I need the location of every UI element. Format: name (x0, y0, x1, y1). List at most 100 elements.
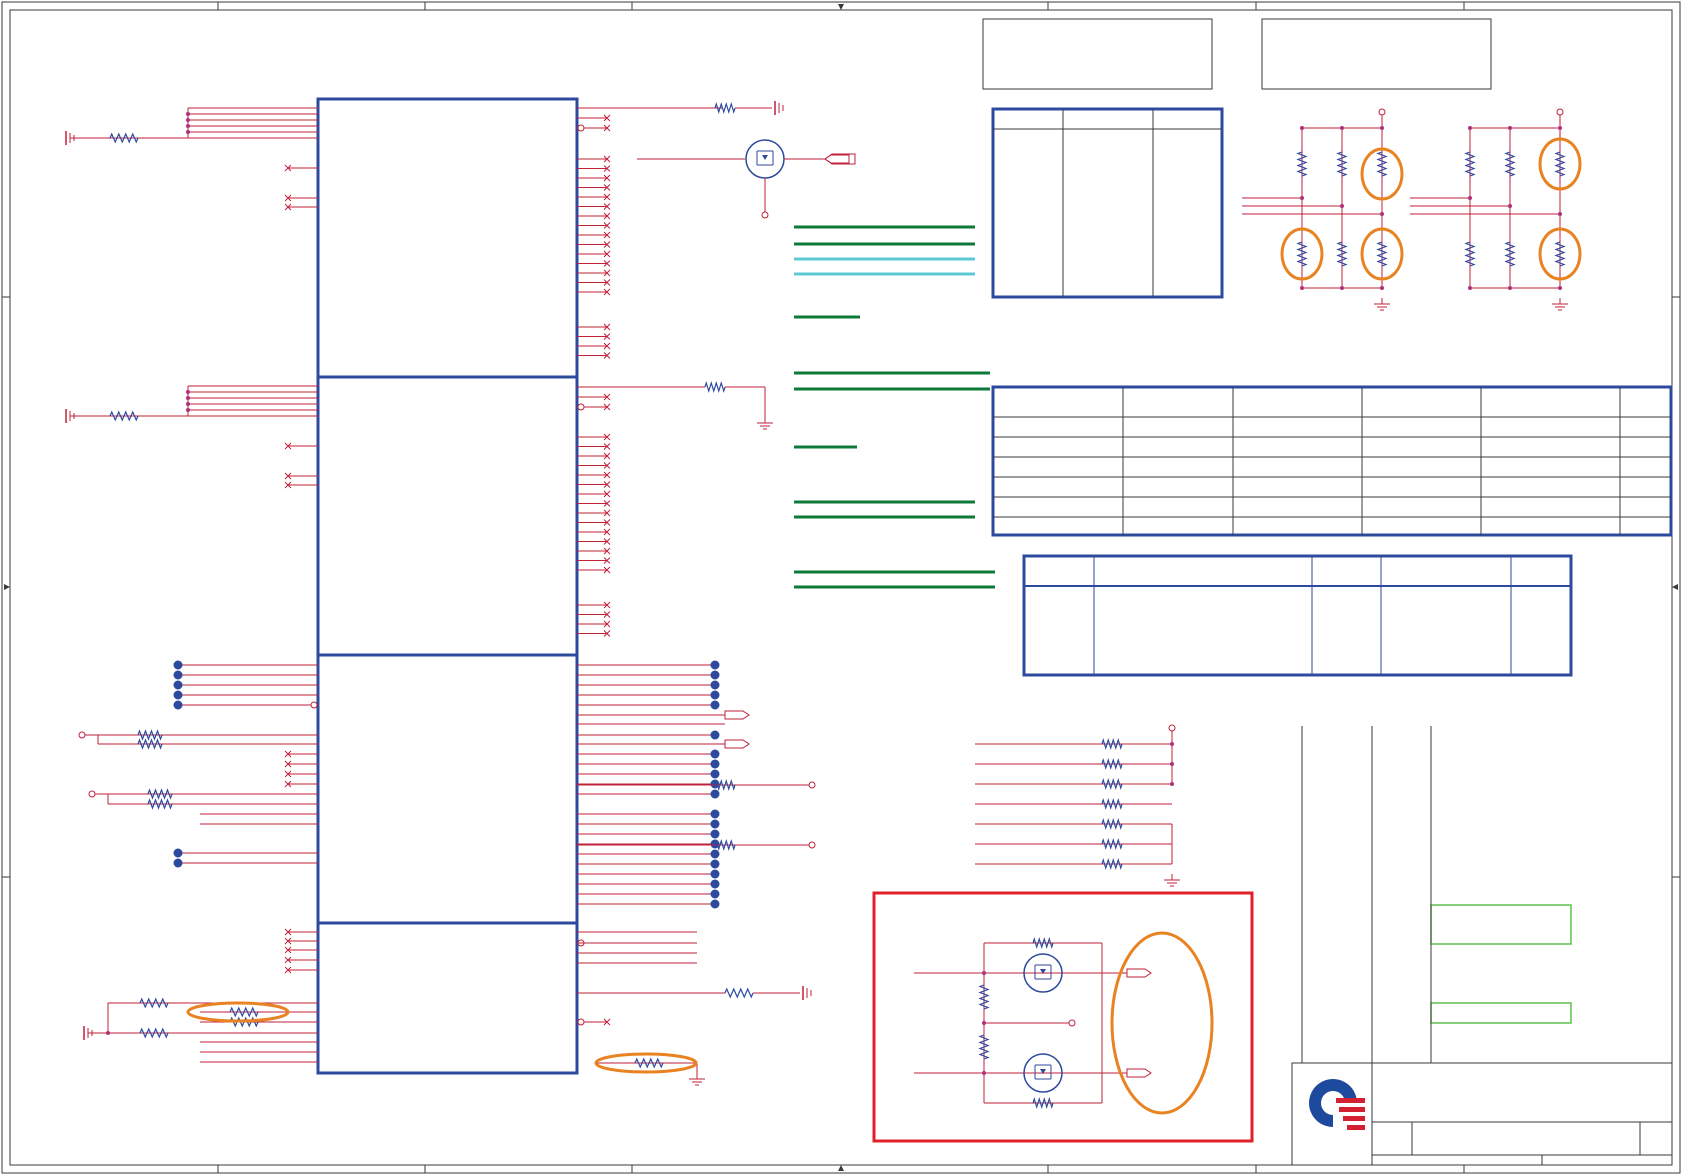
junction-dot (982, 971, 986, 975)
via-dot (710, 899, 720, 909)
test-point (1378, 108, 1386, 116)
test-point (577, 124, 585, 132)
resistor-symbol (1336, 151, 1348, 177)
ic-block-group (316, 97, 579, 1075)
junction-dot (1380, 212, 1384, 216)
junction-dot (186, 130, 190, 134)
resistor-symbol (1101, 777, 1123, 791)
lower-right-rails (1301, 726, 1432, 1063)
resistor-symbol (1296, 151, 1308, 177)
junction-dot (186, 112, 190, 116)
resistor-symbol (1504, 241, 1516, 267)
resistor-symbol (714, 101, 736, 115)
resistor-symbol (1101, 817, 1123, 831)
ic-section-1 (316, 97, 579, 379)
config-table (991, 385, 1673, 537)
resistor-symbol (137, 729, 163, 741)
junction-dot (1170, 782, 1174, 786)
test-point (310, 701, 318, 709)
net-wires (65, 101, 1582, 1110)
resistor-symbol (147, 788, 173, 800)
via-dot (173, 848, 183, 858)
via-dot (710, 769, 720, 779)
via-dot (710, 829, 720, 839)
test-point (808, 841, 816, 849)
junction-dot (1300, 286, 1304, 290)
junction-dot (1300, 196, 1304, 200)
test-point (808, 781, 816, 789)
resistor-symbol (137, 738, 163, 750)
junction-dot (186, 390, 190, 394)
via-dot (710, 749, 720, 759)
test-point (78, 731, 86, 739)
resistor-symbol (1032, 1096, 1054, 1110)
junction-dot (1340, 204, 1344, 208)
offpage-connector (724, 739, 750, 749)
via-dot (710, 889, 720, 899)
light-green-boxes (1430, 904, 1572, 1024)
via-dot (710, 879, 720, 889)
test-point (577, 1018, 585, 1026)
junction-dot (186, 396, 190, 400)
via-dot (173, 858, 183, 868)
resistor-symbol (1554, 241, 1566, 267)
resistor-symbol (704, 380, 726, 394)
mosfet-symbol (762, 155, 768, 160)
test-point (761, 211, 769, 219)
junction-dot (982, 1021, 986, 1025)
ic-section-3 (316, 653, 579, 925)
schematic-sheet (1, 1, 1681, 1174)
resistor-symbol (1376, 151, 1388, 177)
resistor-symbol (724, 987, 754, 999)
test-point (577, 403, 585, 411)
test-point (1068, 1019, 1076, 1027)
resistor-symbol (1101, 837, 1123, 851)
junction-dot (1558, 286, 1562, 290)
junction-dot (1468, 286, 1472, 290)
junction-dot (982, 1071, 986, 1075)
junction-dot (1340, 286, 1344, 290)
via-dot (710, 859, 720, 869)
junction-dot (186, 408, 190, 412)
resistor-symbol (1101, 797, 1123, 811)
resistor-symbol (1101, 757, 1123, 771)
junction-dot (1170, 742, 1174, 746)
resistor-symbol (978, 1034, 990, 1060)
test-point (1556, 108, 1564, 116)
via-dot (173, 690, 183, 700)
via-dot (710, 819, 720, 829)
via-dot (710, 690, 720, 700)
junction-dot (1508, 204, 1512, 208)
company-logo-icon (1309, 1079, 1365, 1134)
resistor-symbol (1032, 936, 1054, 950)
resistor-symbol (1376, 241, 1388, 267)
via-dot (710, 730, 720, 740)
junction-dot (186, 118, 190, 122)
level-shift-callout (872, 891, 1254, 1143)
resistor-symbol (1101, 737, 1123, 751)
via-dot (173, 700, 183, 710)
via-dot (710, 849, 720, 859)
resistor-symbol (978, 984, 990, 1010)
via-dot (710, 670, 720, 680)
test-point (88, 790, 96, 798)
via-dot (710, 789, 720, 799)
note-boxes (982, 18, 1492, 90)
ic-section-2 (316, 375, 579, 657)
via-dot (173, 670, 183, 680)
via-dot (173, 660, 183, 670)
junction-dot (1558, 212, 1562, 216)
via-dot (173, 680, 183, 690)
junction-dot (1508, 286, 1512, 290)
junction-dot (1508, 126, 1512, 130)
via-dot (710, 759, 720, 769)
offpage-connector (1126, 968, 1152, 978)
via-dot (710, 660, 720, 670)
resistor-symbol (1554, 151, 1566, 177)
resistor-symbol (1336, 241, 1348, 267)
strap-table (991, 107, 1224, 299)
ic-section-4 (316, 921, 579, 1075)
via-dot (710, 869, 720, 879)
junction-dot (1468, 126, 1472, 130)
bus-lines (794, 225, 995, 589)
